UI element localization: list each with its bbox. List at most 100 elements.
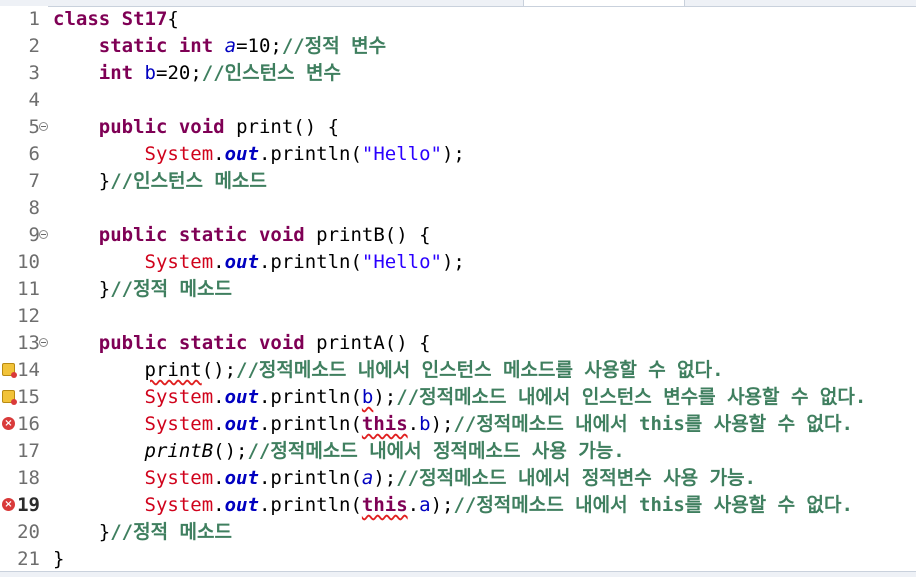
code-token: System bbox=[144, 413, 214, 435]
code-line[interactable]: System.out.println(a);//정적메소드 내에서 정적변수 사… bbox=[50, 465, 916, 492]
collapse-fold-icon[interactable] bbox=[39, 338, 48, 347]
code-line-text: System.out.println("Hello"); bbox=[53, 249, 465, 276]
warning-icon[interactable] bbox=[2, 390, 17, 405]
line-number: 21 bbox=[17, 548, 40, 570]
code-token: .println( bbox=[258, 413, 362, 435]
code-token: .println( bbox=[258, 386, 362, 408]
code-token: b bbox=[144, 62, 156, 84]
code-token: .println( bbox=[258, 143, 362, 165]
code-line[interactable]: int b=20;//인스턴스 변수 bbox=[50, 60, 916, 87]
code-line[interactable]: System.out.println("Hello"); bbox=[50, 249, 916, 276]
line-number: 17 bbox=[17, 440, 40, 462]
code-token: } bbox=[98, 278, 111, 300]
code-token: System bbox=[144, 143, 214, 165]
code-token: static bbox=[98, 35, 168, 57]
code-token: int bbox=[178, 35, 214, 57]
code-token: . bbox=[213, 251, 225, 273]
gutter-row: 6 bbox=[0, 141, 48, 168]
code-token: out bbox=[224, 251, 259, 273]
code-token: . bbox=[407, 494, 420, 516]
code-token: //인스턴스 변수 bbox=[201, 62, 341, 84]
code-token: a bbox=[419, 494, 431, 516]
code-line[interactable]: }//인스턴스 메소드 bbox=[50, 168, 916, 195]
code-token: printA() { bbox=[304, 332, 431, 354]
code-line[interactable]: static int a=10;//정적 변수 bbox=[50, 33, 916, 60]
code-line-text: System.out.println(b);//정적메소드 내에서 인스턴스 변… bbox=[53, 384, 867, 411]
code-line[interactable]: System.out.println(b);//정적메소드 내에서 인스턴스 변… bbox=[50, 384, 916, 411]
code-token: "Hello" bbox=[361, 251, 442, 273]
code-line[interactable]: public static void printB() { bbox=[50, 222, 916, 249]
code-line[interactable]: System.out.println(this.a);//정적메소드 내에서 t… bbox=[50, 492, 916, 519]
java-code-editor[interactable]: 1 2 3 4 5 6 7 8 9 10 11 12 13 14 15 × 16 17 18 × 19 20 21 clas… bbox=[0, 0, 916, 577]
code-line[interactable] bbox=[50, 87, 916, 114]
error-icon[interactable]: × bbox=[2, 498, 15, 511]
line-number: 11 bbox=[17, 278, 40, 300]
code-token: System bbox=[144, 494, 214, 516]
line-number: 12 bbox=[17, 305, 40, 327]
code-token: } bbox=[98, 521, 111, 543]
line-number: 20 bbox=[17, 521, 40, 543]
code-token: void bbox=[258, 224, 305, 246]
code-token: //정적메소드 내에서 this를 사용할 수 없다. bbox=[453, 494, 853, 516]
code-token: . bbox=[407, 413, 420, 435]
gutter-row: 11 bbox=[0, 276, 48, 303]
code-token: =10; bbox=[236, 35, 282, 57]
gutter-row: 15 bbox=[0, 384, 48, 411]
code-token: { bbox=[167, 8, 179, 30]
error-icon[interactable]: × bbox=[2, 417, 15, 430]
code-line-text: printB();//정적메소드 내에서 정적메소드 사용 가능. bbox=[53, 438, 625, 465]
code-token: ); bbox=[373, 386, 397, 408]
code-token: System bbox=[144, 386, 214, 408]
code-line[interactable]: public void print() { bbox=[50, 114, 916, 141]
code-text-area[interactable]: class St17{ static int a=10;//정적 변수 int … bbox=[50, 6, 916, 571]
code-line[interactable]: System.out.println(this.b);//정적메소드 내에서 t… bbox=[50, 411, 916, 438]
code-token: (); bbox=[213, 440, 248, 462]
code-line-text: }//정적 메소드 bbox=[53, 519, 232, 546]
gutter-row: 13 bbox=[0, 330, 48, 357]
code-token: //정적메소드 내에서 정적변수 사용 가능. bbox=[396, 467, 756, 489]
code-line[interactable]: } bbox=[50, 546, 916, 573]
code-token: this bbox=[361, 413, 408, 435]
code-token: "Hello" bbox=[361, 143, 442, 165]
code-token: ); bbox=[441, 251, 465, 273]
code-line[interactable] bbox=[50, 195, 916, 222]
code-line-text: System.out.println(this.a);//정적메소드 내에서 t… bbox=[53, 492, 853, 519]
code-line-text: }//인스턴스 메소드 bbox=[53, 168, 267, 195]
collapse-fold-icon[interactable] bbox=[39, 230, 48, 239]
code-line[interactable]: }//정적 메소드 bbox=[50, 519, 916, 546]
code-token: System bbox=[144, 467, 214, 489]
code-line[interactable]: public static void printA() { bbox=[50, 330, 916, 357]
code-token: . bbox=[213, 413, 225, 435]
gutter-row: 18 bbox=[0, 465, 48, 492]
warning-icon[interactable] bbox=[2, 363, 17, 378]
line-number: 2 bbox=[28, 35, 40, 57]
line-number: 14 bbox=[17, 359, 40, 381]
code-token: .println( bbox=[258, 251, 362, 273]
code-token: static bbox=[178, 224, 248, 246]
code-token: this bbox=[361, 494, 408, 516]
line-number: 19 bbox=[17, 494, 40, 516]
code-line[interactable] bbox=[50, 303, 916, 330]
collapse-fold-icon[interactable] bbox=[39, 122, 48, 131]
code-line[interactable]: }//정적 메소드 bbox=[50, 276, 916, 303]
code-token: .println( bbox=[258, 467, 362, 489]
code-token: public bbox=[98, 332, 168, 354]
code-line-text: System.out.println(a);//정적메소드 내에서 정적변수 사… bbox=[53, 465, 756, 492]
code-line[interactable]: print();//정적메소드 내에서 인스턴스 메소드를 사용할 수 없다. bbox=[50, 357, 916, 384]
code-line-text: System.out.println("Hello"); bbox=[53, 141, 465, 168]
line-number: 18 bbox=[17, 467, 40, 489]
gutter-row: 5 bbox=[0, 114, 48, 141]
code-line[interactable]: System.out.println("Hello"); bbox=[50, 141, 916, 168]
code-line[interactable]: printB();//정적메소드 내에서 정적메소드 사용 가능. bbox=[50, 438, 916, 465]
code-line[interactable]: class St17{ bbox=[50, 6, 916, 33]
code-token: //정적메소드 내에서 정적메소드 사용 가능. bbox=[247, 440, 625, 462]
